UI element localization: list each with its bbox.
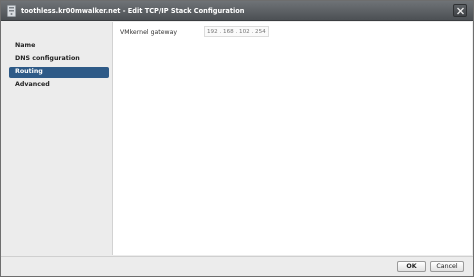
close-button[interactable] (453, 4, 467, 17)
nav-item-name[interactable]: Name (9, 41, 109, 52)
cancel-button[interactable]: Cancel (430, 261, 464, 272)
vmkernel-gateway-input[interactable] (204, 26, 269, 37)
ok-button[interactable]: OK (397, 261, 426, 272)
edit-tcpip-stack-dialog: toothless.kr00mwalker.net - Edit TCP/IP … (0, 0, 474, 277)
dialog-title: toothless.kr00mwalker.net - Edit TCP/IP … (21, 7, 245, 15)
settings-nav: Name DNS configuration Routing Advanced (2, 41, 112, 93)
nav-item-advanced[interactable]: Advanced (9, 80, 109, 91)
nav-item-routing[interactable]: Routing (9, 67, 109, 78)
host-icon (7, 5, 16, 17)
nav-item-dns-configuration[interactable]: DNS configuration (9, 54, 109, 65)
close-icon (457, 7, 464, 15)
dialog-footer: OK Cancel (1, 256, 473, 276)
vmkernel-gateway-label: VMkernel gateway (120, 29, 178, 36)
dialog-titlebar[interactable]: toothless.kr00mwalker.net - Edit TCP/IP … (1, 1, 473, 21)
routing-panel: VMkernel gateway (112, 22, 472, 255)
